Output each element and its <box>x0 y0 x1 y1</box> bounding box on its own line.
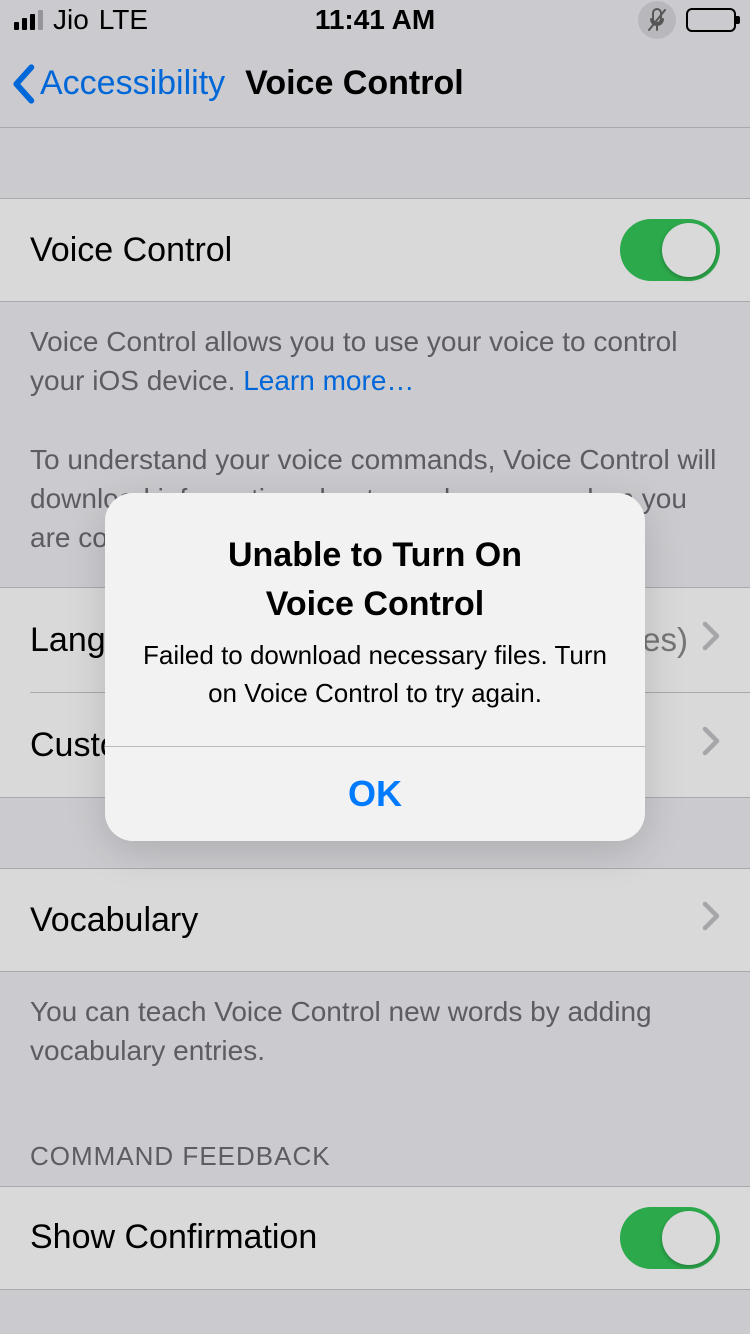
modal-scrim: Unable to Turn On Voice Control Failed t… <box>0 0 750 1334</box>
alert-message: Failed to download necessary files. Turn… <box>135 637 615 712</box>
alert-ok-button[interactable]: OK <box>105 747 645 841</box>
alert-title-line2: Voice Control <box>135 580 615 629</box>
alert-body: Unable to Turn On Voice Control Failed t… <box>105 493 645 747</box>
alert-title-line1: Unable to Turn On <box>135 531 615 580</box>
alert-dialog: Unable to Turn On Voice Control Failed t… <box>105 493 645 842</box>
alert-title: Unable to Turn On Voice Control <box>135 531 615 630</box>
